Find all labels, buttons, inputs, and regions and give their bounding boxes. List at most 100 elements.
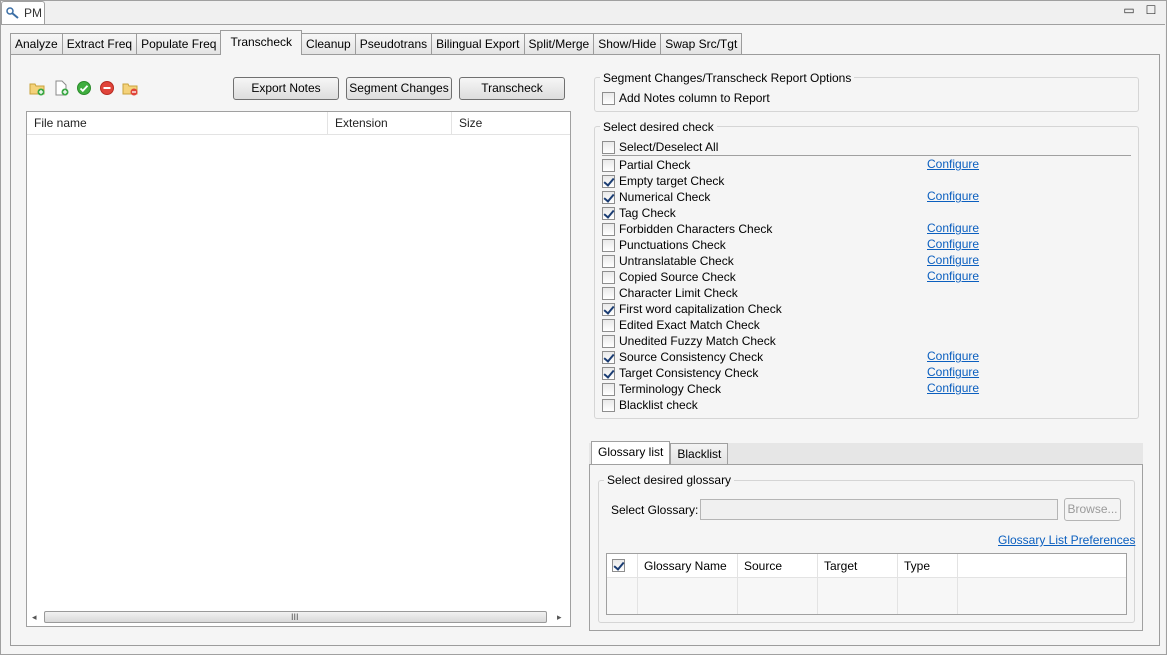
column-header-extension[interactable]: Extension [328,112,452,135]
minimize-button[interactable]: ▭ [1122,4,1136,16]
check-label: Blacklist check [619,398,698,412]
configure-link[interactable]: Configure [927,157,979,171]
scroll-right-icon[interactable]: ▸ [557,611,562,623]
column-header-glossary-name[interactable]: Glossary Name [638,554,738,578]
tab-split-merge[interactable]: Split/Merge [523,33,595,55]
check-row[interactable]: Unedited Fuzzy Match Check [602,333,1132,349]
check-label: Tag Check [619,206,676,220]
check-checkbox[interactable] [602,398,615,412]
remove-folder-icon[interactable] [122,80,138,96]
check-row[interactable]: Punctuations Check Configure [602,237,1132,253]
tab-transcheck[interactable]: Transcheck [220,30,303,55]
check-checkbox[interactable] [602,158,615,172]
check-checkbox[interactable] [602,302,615,316]
check-label: Copied Source Check [619,270,736,284]
glossary-column-body [818,578,898,614]
tab-blacklist[interactable]: Blacklist [670,443,729,465]
check-row[interactable]: Terminology Check Configure [602,381,1132,397]
check-list: Partial Check Configure Empty target Check… [602,157,1132,413]
column-header-size[interactable]: Size [452,112,570,135]
column-header-target[interactable]: Target [818,554,898,578]
tab-swap-src-tgt[interactable]: Swap Src/Tgt [660,33,743,55]
tab-cleanup[interactable]: Cleanup [301,33,356,55]
transcheck-button[interactable]: Transcheck [459,77,565,100]
check-row[interactable]: Numerical Check Configure [602,189,1132,205]
glossary-group-title: Select desired glossary [604,473,735,487]
check-row[interactable]: Empty target Check [602,173,1132,189]
check-checkbox[interactable] [602,190,615,204]
scroll-left-icon[interactable]: ◂ [32,611,37,623]
check-row[interactable]: First word capitalization Check [602,301,1132,317]
browse-button[interactable]: Browse... [1064,498,1121,521]
tab-analyze[interactable]: Analyze [10,33,63,55]
configure-link[interactable]: Configure [927,237,979,251]
select-glossary-field[interactable] [700,499,1058,520]
check-checkbox[interactable] [602,238,615,252]
report-options-title: Segment Changes/Transcheck Report Option… [600,71,855,85]
horizontal-scrollbar[interactable]: ◂ III ▸ [28,609,569,625]
column-header-file-name[interactable]: File name [27,112,328,135]
segment-changes-button[interactable]: Segment Changes [346,77,452,100]
configure-link[interactable]: Configure [927,253,979,267]
glossary-column-body [738,578,818,614]
glossary-table[interactable]: Glossary Name Source Target Type [606,553,1127,615]
select-all-row[interactable]: Select/Deselect All [602,139,718,155]
tab-show-hide[interactable]: Show/Hide [593,33,662,55]
check-checkbox[interactable] [602,174,615,188]
check-row[interactable]: Edited Exact Match Check [602,317,1132,333]
check-checkbox[interactable] [602,366,615,380]
check-row[interactable]: Source Consistency Check Configure [602,349,1132,365]
select-all-checkbox[interactable] [602,140,615,154]
check-label: Terminology Check [619,382,722,396]
export-notes-button[interactable]: Export Notes [233,77,339,100]
glossary-preferences-link[interactable]: Glossary List Preferences [998,533,1135,547]
column-header-source[interactable]: Source [738,554,818,578]
check-checkbox[interactable] [602,286,615,300]
check-checkbox[interactable] [602,222,615,236]
column-header-type[interactable]: Type [898,554,958,578]
view-tab-pm[interactable]: PM [1,1,45,24]
tab-extract-freq[interactable]: Extract Freq [61,33,138,55]
tab-glossary-list[interactable]: Glossary list [591,441,671,465]
tab-bilingual-export[interactable]: Bilingual Export [431,33,525,55]
view-title: PM [24,6,42,20]
check-row[interactable]: Character Limit Check [602,285,1132,301]
check-checkbox[interactable] [602,270,615,284]
configure-link[interactable]: Configure [927,381,979,395]
add-notes-checkbox[interactable] [602,91,615,105]
configure-link[interactable]: Configure [927,349,979,363]
add-file-icon[interactable] [53,80,69,96]
add-notes-row[interactable]: Add Notes column to Report [602,90,770,106]
check-checkbox[interactable] [602,254,615,268]
scroll-grip: III [291,612,299,622]
check-row[interactable]: Copied Source Check Configure [602,269,1132,285]
check-checkbox[interactable] [602,350,615,364]
check-checkbox[interactable] [602,318,615,332]
check-row[interactable]: Forbidden Characters Check Configure [602,221,1132,237]
check-checkbox[interactable] [602,206,615,220]
glossary-header-select[interactable] [607,554,638,578]
remove-icon[interactable] [99,80,115,96]
configure-link[interactable]: Configure [927,221,979,235]
check-label: Edited Exact Match Check [619,318,760,332]
configure-link[interactable]: Configure [927,269,979,283]
check-checkbox[interactable] [602,334,615,348]
glossary-select-all-checkbox[interactable] [612,559,625,572]
configure-link[interactable]: Configure [927,365,979,379]
tab-pseudotrans[interactable]: Pseudotrans [354,33,433,55]
add-folder-icon[interactable] [29,80,45,96]
tab-populate-freq[interactable]: Populate Freq [136,33,222,55]
check-row[interactable]: Target Consistency Check Configure [602,365,1132,381]
check-row[interactable]: Partial Check Configure [602,157,1132,173]
check-row[interactable]: Tag Check [602,205,1132,221]
check-checkbox[interactable] [602,382,615,396]
check-label: Forbidden Characters Check [619,222,773,236]
wrench-icon [6,7,19,19]
configure-link[interactable]: Configure [927,189,979,203]
maximize-button[interactable]: ☐ [1144,4,1158,16]
scroll-thumb[interactable]: III [44,611,547,623]
check-row[interactable]: Untranslatable Check Configure [602,253,1132,269]
file-table[interactable]: File name Extension Size ◂ III ▸ [26,111,571,627]
check-row[interactable]: Blacklist check [602,397,1132,413]
check-all-icon[interactable] [76,80,92,96]
